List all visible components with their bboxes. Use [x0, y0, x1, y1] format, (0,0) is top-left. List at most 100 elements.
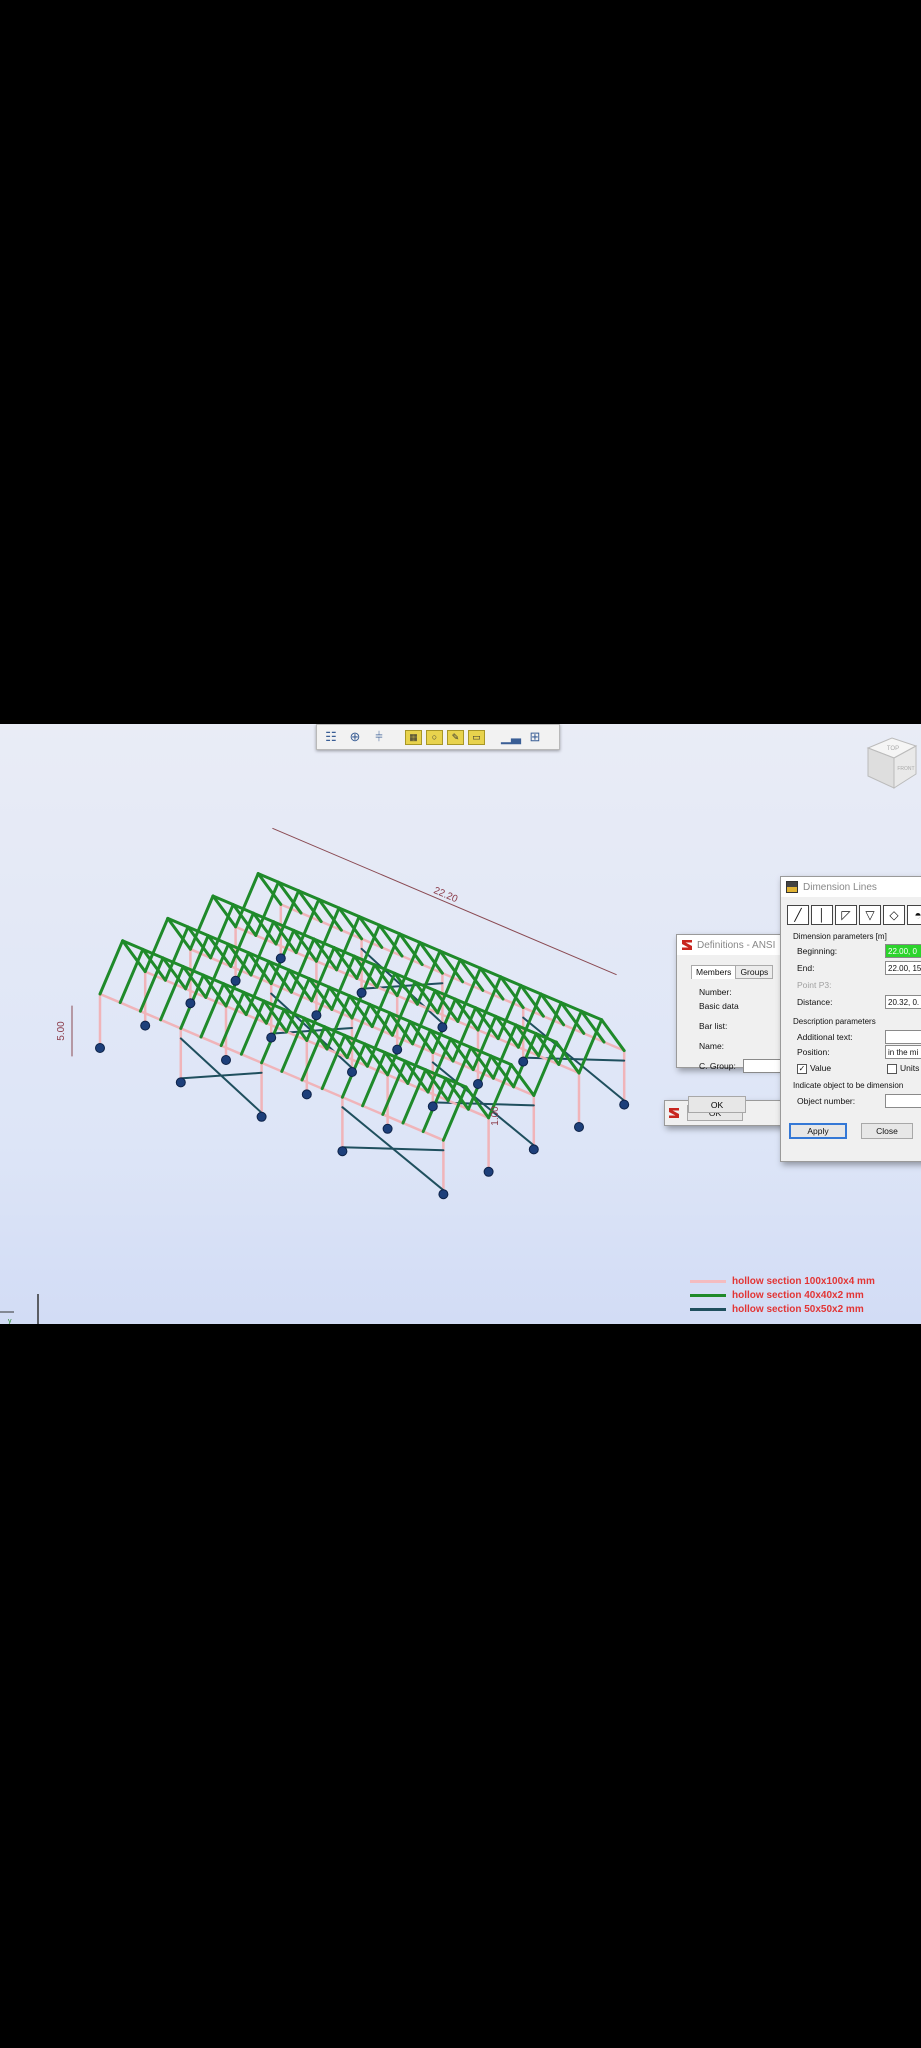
rafter[interactable] — [204, 942, 230, 999]
support-node[interactable] — [347, 1067, 357, 1077]
rafter[interactable] — [335, 915, 361, 972]
rafter[interactable] — [451, 1006, 478, 1063]
rafter[interactable] — [254, 880, 280, 937]
rafter[interactable] — [401, 1068, 428, 1125]
rafter[interactable] — [289, 937, 316, 994]
support-node[interactable] — [95, 1043, 105, 1053]
rafter[interactable] — [274, 889, 301, 946]
beginning-field[interactable]: 22.00, 0 — [885, 944, 921, 958]
rafter[interactable] — [491, 1023, 518, 1080]
rafter[interactable] — [310, 946, 336, 1003]
comment-icon[interactable]: ○ — [426, 729, 443, 745]
rafter[interactable] — [285, 977, 311, 1034]
support-node[interactable] — [185, 998, 196, 1009]
rafter[interactable] — [98, 939, 125, 996]
rafter[interactable] — [209, 903, 235, 960]
rafter[interactable] — [471, 1014, 498, 1072]
rafter[interactable] — [330, 954, 356, 1011]
rafter[interactable] — [264, 968, 291, 1025]
rafter[interactable] — [280, 1016, 306, 1073]
support-node[interactable] — [438, 1189, 449, 1200]
support-node[interactable] — [275, 953, 286, 964]
support-node[interactable] — [356, 987, 367, 998]
support-node[interactable] — [483, 1166, 494, 1177]
chart-icon[interactable]: ▁▃ — [501, 728, 521, 746]
additional-text-field[interactable] — [885, 1030, 921, 1044]
frame-icon[interactable]: ⊞ — [525, 728, 545, 746]
grid-icon[interactable]: ☷ — [321, 728, 341, 746]
rafter[interactable] — [234, 872, 260, 929]
support-node[interactable] — [221, 1055, 231, 1065]
rafter[interactable] — [239, 999, 266, 1056]
value-checkbox[interactable]: ✓ — [797, 1063, 807, 1074]
definitions-titlebar[interactable]: Definitions - ANSI — [677, 935, 789, 955]
rafter[interactable] — [532, 1040, 558, 1097]
support-node[interactable] — [266, 1032, 277, 1043]
rafter[interactable] — [375, 932, 402, 989]
support-node[interactable] — [619, 1099, 630, 1110]
rafter[interactable] — [300, 1025, 327, 1082]
units-checkbox-row[interactable]: Units — [887, 1063, 919, 1074]
rafter[interactable] — [188, 894, 215, 951]
rafter[interactable] — [244, 959, 271, 1017]
rafter[interactable] — [577, 1018, 604, 1075]
support-node[interactable] — [140, 1020, 151, 1031]
support-node[interactable] — [437, 1022, 448, 1033]
rafter[interactable] — [390, 980, 417, 1037]
rafter[interactable] — [159, 965, 185, 1022]
view-cube[interactable]: TOP FRONT — [866, 734, 921, 790]
c-group-field[interactable] — [743, 1059, 783, 1073]
end-field[interactable]: 22.00, 15 — [885, 961, 921, 975]
support-node[interactable] — [392, 1044, 403, 1055]
tab-members[interactable]: Members — [691, 965, 737, 979]
rafter[interactable] — [138, 956, 165, 1013]
distance-field[interactable]: 20.32, 0. — [885, 995, 921, 1009]
support-node[interactable] — [311, 1010, 322, 1021]
rafter[interactable] — [456, 966, 482, 1023]
value-checkbox-row[interactable]: ✓ Value — [797, 1063, 831, 1074]
model-viewport[interactable]: 22.20 5.00 1.00 ☷ ⊕ ⫩ ▦ ○ ✎ ▭ ▁▃ ⊞ TOP FRO… — [0, 724, 921, 1324]
rafter[interactable] — [496, 983, 523, 1041]
rafter[interactable] — [249, 920, 276, 977]
dim-type-vertical-icon[interactable]: │ — [811, 905, 833, 925]
rafter[interactable] — [219, 990, 246, 1048]
support-node[interactable] — [528, 1144, 539, 1155]
tab-groups[interactable]: Groups — [736, 965, 774, 979]
support-node[interactable] — [574, 1122, 584, 1132]
table-icon[interactable]: ▦ — [405, 729, 422, 745]
support-node[interactable] — [518, 1056, 529, 1067]
rafter[interactable] — [406, 1028, 432, 1085]
rafter[interactable] — [370, 971, 397, 1029]
dim-type-radius-icon[interactable]: ◇ — [883, 905, 905, 925]
rafter[interactable] — [516, 992, 543, 1049]
rafter[interactable] — [199, 982, 226, 1039]
apply-button[interactable]: Apply — [789, 1123, 847, 1139]
support-node[interactable] — [301, 1089, 312, 1100]
rafter[interactable] — [118, 947, 145, 1005]
support-node[interactable] — [382, 1123, 393, 1134]
rafter[interactable] — [325, 994, 352, 1051]
support-node[interactable] — [230, 975, 241, 986]
object-number-field[interactable] — [885, 1094, 921, 1108]
rafter[interactable] — [381, 1059, 407, 1116]
dimension-titlebar[interactable]: Dimension Lines — [781, 877, 921, 897]
rafter[interactable] — [415, 949, 442, 1006]
rafter[interactable] — [294, 897, 321, 955]
rafter[interactable] — [436, 958, 462, 1015]
edit-icon[interactable]: ✎ — [447, 729, 464, 745]
rafter[interactable] — [229, 911, 255, 968]
support-node[interactable] — [473, 1079, 483, 1089]
node-icon[interactable]: ⊕ — [345, 728, 365, 746]
dim-type-angle-icon[interactable]: ◸ — [835, 905, 857, 925]
ok-button-main[interactable]: OK — [688, 1096, 746, 1113]
rafter[interactable] — [143, 916, 170, 974]
rafter[interactable] — [345, 1002, 372, 1060]
rafter[interactable] — [446, 1045, 473, 1103]
rafter[interactable] — [314, 906, 341, 963]
bracing[interactable] — [179, 1037, 263, 1114]
support-node[interactable] — [256, 1111, 267, 1122]
rafter[interactable] — [184, 934, 210, 991]
support-node[interactable] — [175, 1077, 186, 1088]
window-icon[interactable]: ▭ — [468, 729, 485, 745]
rafter[interactable] — [476, 975, 503, 1032]
